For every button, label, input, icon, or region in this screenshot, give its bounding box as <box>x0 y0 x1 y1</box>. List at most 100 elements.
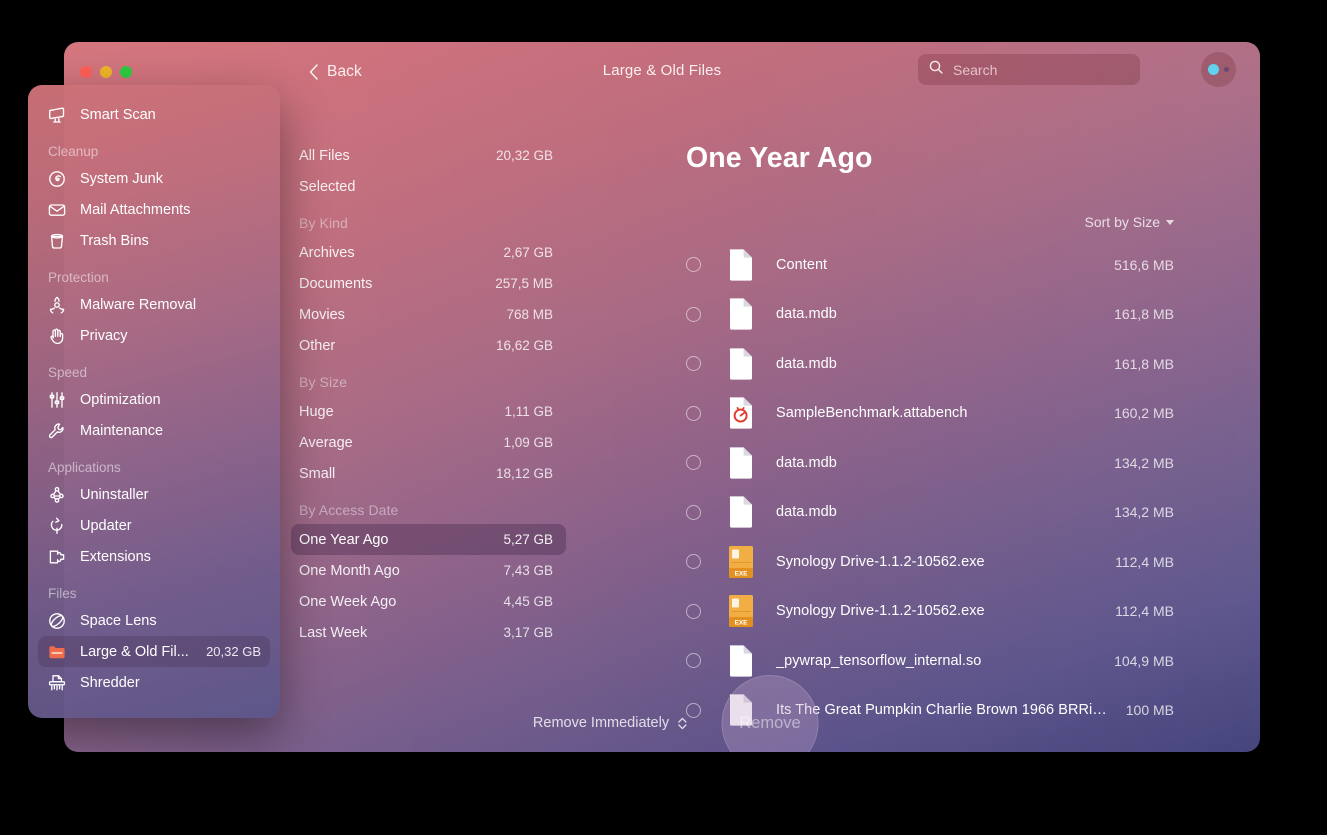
remove-mode-label: Remove Immediately <box>532 715 670 731</box>
filter-item-size: 18,12 GB <box>495 466 553 481</box>
malware-removal-icon <box>47 295 67 315</box>
file-checkbox[interactable] <box>686 257 701 273</box>
filter-item-label: All Files <box>299 147 350 164</box>
file-row[interactable]: SampleBenchmark.attabench 160,2 MB <box>686 389 1174 439</box>
filter-item-one-year-ago[interactable]: One Year Ago 5,27 GB <box>291 524 566 555</box>
sidebar-item-label: Mail Attachments <box>80 201 191 218</box>
sidebar-item-large-old-fil[interactable]: Large & Old Fil... 20,32 GB <box>38 636 270 667</box>
sidebar-item-label: Malware Removal <box>80 296 197 313</box>
filter-item-average[interactable]: Average 1,09 GB <box>291 427 566 458</box>
sidebar-item-trash-bins[interactable]: Trash Bins <box>38 225 270 256</box>
file-checkbox[interactable] <box>686 455 701 471</box>
screen: Back Large & Old Files All Files20,32 GB… <box>0 0 1327 835</box>
exe-file-icon: EXE <box>727 594 757 628</box>
maintenance-icon <box>47 421 67 441</box>
file-row[interactable]: data.mdb 161,8 MB <box>686 339 1174 389</box>
sidebar-item-label: Large & Old Fil... <box>80 643 189 660</box>
filter-item-selected[interactable]: Selected <box>291 171 566 202</box>
large-old-files-icon <box>47 642 67 662</box>
file-checkbox[interactable] <box>686 603 701 619</box>
extensions-icon <box>47 547 67 567</box>
filter-item-size: 1,09 GB <box>503 435 553 450</box>
remove-button-label: Remove <box>739 714 801 732</box>
sidebar-item-optimization[interactable]: Optimization <box>38 384 270 415</box>
file-row[interactable]: data.mdb 134,2 MB <box>686 488 1174 538</box>
filter-item-label: One Week Ago <box>299 593 397 610</box>
filter-item-label: Average <box>299 434 353 451</box>
filter-item-label: One Year Ago <box>299 531 389 548</box>
sidebar-item-malware-removal[interactable]: Malware Removal <box>38 289 270 320</box>
filter-item-huge[interactable]: Huge 1,11 GB <box>291 396 566 427</box>
file-checkbox[interactable] <box>686 356 701 372</box>
sidebar-group-title: Cleanup <box>48 144 99 159</box>
mail-attachments-icon <box>47 200 67 220</box>
filter-item-size: 257,5 MB <box>495 276 553 291</box>
account-button[interactable] <box>1201 52 1236 87</box>
filter-item-size: 1,11 GB <box>504 404 553 419</box>
svg-text:EXE: EXE <box>735 620 749 627</box>
sidebar-item-system-junk[interactable]: System Junk <box>38 163 270 194</box>
filter-item-one-week-ago[interactable]: One Week Ago 4,45 GB <box>291 586 566 617</box>
file-row[interactable]: Content 516,6 MB <box>686 240 1174 290</box>
sort-by-control[interactable]: Sort by Size <box>1085 214 1174 230</box>
filter-item-label: Archives <box>299 244 355 261</box>
sidebar-item-mail-attachments[interactable]: Mail Attachments <box>38 194 270 225</box>
file-checkbox[interactable] <box>686 306 701 322</box>
file-checkbox[interactable] <box>686 554 701 570</box>
file-size: 161,8 MB <box>1114 306 1174 323</box>
chevron-down-icon <box>1166 219 1174 225</box>
trash-bins-icon <box>47 231 67 251</box>
filter-item-label: Movies <box>299 306 345 323</box>
search-input[interactable] <box>953 61 1134 78</box>
filters-column: All Files 20,32 GB Selected By Kind Archives… <box>280 98 580 694</box>
file-name: Synology Drive-1.1.2-10562.exe <box>776 553 985 570</box>
filter-item-size: 768 MB <box>506 307 553 322</box>
sidebar-item-smart-scan[interactable]: Smart Scan <box>38 99 270 130</box>
sidebar-item-label: Extensions <box>80 548 151 565</box>
file-row[interactable]: EXE Synology Drive-1.1.2-10562.exe 112,4 … <box>686 537 1174 587</box>
sidebar-group-title: Applications <box>48 460 121 475</box>
filter-item-last-week[interactable]: Last Week 3,17 GB <box>291 617 566 648</box>
sidebar-item-maintenance[interactable]: Maintenance <box>38 415 270 446</box>
generic-document-icon <box>727 446 757 480</box>
file-row[interactable]: data.mdb 161,8 MB <box>686 290 1174 340</box>
sidebar-item-label: Updater <box>80 517 132 534</box>
sidebar-item-updater[interactable]: Updater <box>38 510 270 541</box>
file-size: 104,9 MB <box>1114 652 1174 669</box>
generic-document-icon <box>727 644 757 678</box>
chevron-updown-icon <box>678 717 687 730</box>
sidebar-item-privacy[interactable]: Privacy <box>38 320 270 351</box>
filter-item-other[interactable]: Other 16,62 GB <box>291 330 566 361</box>
file-name: data.mdb <box>776 504 837 521</box>
generic-document-icon <box>727 297 757 331</box>
filter-item-one-month-ago[interactable]: One Month Ago 7,43 GB <box>291 555 566 586</box>
filter-item-movies[interactable]: Movies 768 MB <box>291 299 566 330</box>
search-field[interactable] <box>918 54 1140 85</box>
remove-mode-select[interactable]: Remove Immediately <box>533 715 687 731</box>
account-status-icon <box>1208 64 1219 75</box>
sidebar-item-uninstaller[interactable]: Uninstaller <box>38 479 270 510</box>
sidebar-item-shredder[interactable]: Shredder <box>38 667 270 698</box>
filter-group-title: By Kind <box>299 215 348 231</box>
filter-item-size: 5,27 GB <box>503 532 553 547</box>
file-checkbox[interactable] <box>686 653 701 669</box>
file-checkbox[interactable] <box>686 504 701 520</box>
file-checkbox[interactable] <box>686 405 701 421</box>
space-lens-icon <box>47 611 67 631</box>
attabench-document-icon <box>727 396 757 430</box>
file-row[interactable]: data.mdb 134,2 MB <box>686 438 1174 488</box>
sidebar-item-label: System Junk <box>80 170 163 187</box>
privacy-icon <box>47 326 67 346</box>
sidebar-item-extensions[interactable]: Extensions <box>38 541 270 572</box>
filter-item-all-files[interactable]: All Files 20,32 GB <box>291 140 566 171</box>
filter-item-archives[interactable]: Archives 2,67 GB <box>291 237 566 268</box>
filter-item-small[interactable]: Small 18,12 GB <box>291 458 566 489</box>
file-size: 134,2 MB <box>1114 454 1174 471</box>
filter-item-documents[interactable]: Documents 257,5 MB <box>291 268 566 299</box>
sidebar-item-space-lens[interactable]: Space Lens <box>38 605 270 636</box>
file-name: Synology Drive-1.1.2-10562.exe <box>776 603 985 620</box>
filter-item-size: 20,32 GB <box>495 148 553 163</box>
filter-group-title: By Size <box>299 374 348 390</box>
file-row[interactable]: EXE Synology Drive-1.1.2-10562.exe 112,4 … <box>686 587 1174 637</box>
system-junk-icon <box>47 169 67 189</box>
